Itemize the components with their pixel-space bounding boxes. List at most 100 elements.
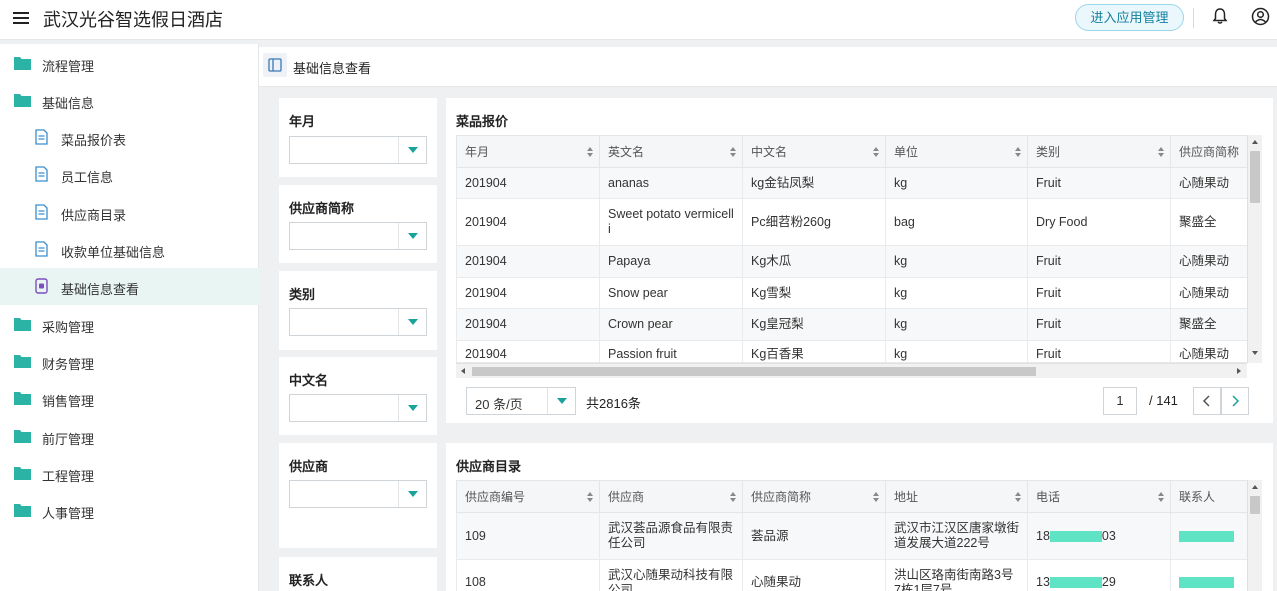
scroll-up-icon[interactable] [1252,485,1258,489]
sidebar-item-process[interactable]: 流程管理 [0,45,259,82]
scrollbar-thumb[interactable] [1250,496,1260,514]
page-number-input[interactable]: 1 [1103,387,1137,415]
next-page-button[interactable] [1221,387,1249,415]
year-month-select[interactable] [289,136,427,164]
sidebar-item-basic-info-view[interactable]: 基础信息查看 [0,268,259,305]
column-header[interactable]: 地址 [885,480,1028,513]
sidebar-item-label: 销售管理 [42,394,95,409]
table-row[interactable]: 201904 ananas kg金钻凤梨 kg Fruit 心随果动 [456,167,1248,199]
vertical-scrollbar[interactable] [1247,135,1262,363]
table-cell: ananas [599,167,743,199]
column-header[interactable]: 中文名 [742,135,886,168]
folder-icon [14,355,31,368]
sort-icon[interactable] [587,147,593,157]
dashboard-icon [35,278,48,294]
panel-title: 菜品报价 [456,114,509,129]
folder-icon [14,94,31,107]
sort-icon[interactable] [730,492,736,502]
sort-icon[interactable] [730,147,736,157]
supplier-select[interactable] [289,480,427,508]
redaction-mask [1049,577,1102,589]
sidebar-item-payee-info[interactable]: 收款单位基础信息 [0,231,259,268]
scrollbar-thumb[interactable] [1250,151,1260,203]
table-row[interactable]: 108 武汉心随果动科技有限公司 心随果动 洪山区珞南街南路3号7栋1层7号 1… [456,559,1248,591]
sidebar-item-supplier-directory[interactable]: 供应商目录 [0,194,259,231]
sort-icon[interactable] [873,147,879,157]
bell-icon[interactable] [1211,7,1229,25]
phone-cell: 13 29 [1027,559,1171,591]
sidebar-item-sales[interactable]: 销售管理 [0,380,259,417]
page-size-select[interactable]: 20 条/页 [466,387,576,415]
table-header-row: 年月 英文名 中文名 单位 类别 供应商简称 [456,135,1248,168]
chevron-down-icon[interactable] [547,388,575,414]
scroll-left-icon[interactable] [461,368,465,374]
sidebar-item-dish-price[interactable]: 菜品报价表 [0,119,259,156]
table-row[interactable]: 201904 Papaya Kg木瓜 kg Fruit 心随果动 [456,245,1248,278]
dish-price-panel: 菜品报价 年月 英文名 中文名 单位 类别 供应商简称 201904 anana… [446,98,1273,423]
scroll-up-icon[interactable] [1252,140,1258,144]
scrollbar-thumb[interactable] [472,367,1036,376]
sidebar-toggle-button[interactable] [263,53,287,77]
sort-icon[interactable] [1158,147,1164,157]
column-header[interactable]: 供应商 [599,480,743,513]
table-cell: 201904 [456,340,600,363]
chevron-right-icon [1232,395,1240,407]
column-header[interactable]: 供应商简称 [1170,135,1248,168]
enter-app-management-button[interactable]: 进入应用管理 [1075,4,1184,31]
table-cell: kg [885,277,1028,309]
column-header[interactable]: 单位 [885,135,1028,168]
column-header[interactable]: 供应商简称 [742,480,886,513]
table-cell: 109 [456,512,600,560]
chevron-down-icon[interactable] [398,137,426,163]
sidebar-item-purchase[interactable]: 采购管理 [0,306,259,343]
sidebar-item-label: 前厅管理 [42,432,95,447]
panel-icon [268,58,282,72]
chevron-down-icon[interactable] [398,309,426,335]
column-header[interactable]: 联系人 [1170,480,1248,513]
column-header[interactable]: 年月 [456,135,600,168]
table-row[interactable]: 201904 Sweet potato vermicelli Pc细苕粉260g… [456,198,1248,246]
redaction-mask [1049,530,1102,542]
scroll-down-icon[interactable] [1252,351,1258,355]
sort-icon[interactable] [1015,492,1021,502]
table-cell: 心随果动 [1170,167,1248,199]
column-header[interactable]: 电话 [1027,480,1171,513]
filter-label: 类别 [289,287,316,302]
sidebar-item-finance[interactable]: 财务管理 [0,343,259,380]
scroll-right-icon[interactable] [1237,368,1241,374]
chevron-down-icon[interactable] [398,395,426,421]
table-row[interactable]: 201904 Snow pear Kg雪梨 kg Fruit 心随果动 [456,277,1248,309]
vertical-scrollbar[interactable] [1247,480,1262,591]
chevron-down-icon[interactable] [398,481,426,507]
table-cell: kg金钻凤梨 [742,167,886,199]
table-row[interactable]: 201904 Passion fruit Kg百香果 kg Fruit 心随果动 [456,340,1248,363]
category-select[interactable] [289,308,427,336]
user-icon[interactable] [1251,7,1270,26]
sidebar-item-hr[interactable]: 人事管理 [0,492,259,529]
sidebar-item-label: 菜品报价表 [61,133,127,148]
menu-icon[interactable] [12,9,30,27]
table-row[interactable]: 109 武汉荟品源食品有限责任公司 荟品源 武汉市江汉区唐家墩街道发展大道222… [456,512,1248,560]
prev-page-button[interactable] [1193,387,1221,415]
table-row[interactable]: 201904 Crown pear Kg皇冠梨 kg Fruit 聚盛全 [456,308,1248,341]
sort-icon[interactable] [587,492,593,502]
column-header[interactable]: 供应商编号 [456,480,600,513]
table-cell: Snow pear [599,277,743,309]
phone-cell: 18 03 [1027,512,1171,560]
table-cell: 201904 [456,277,600,309]
column-header[interactable]: 类别 [1027,135,1171,168]
sidebar-item-engineering[interactable]: 工程管理 [0,455,259,492]
sidebar-item-staff[interactable]: 员工信息 [0,156,259,193]
supplier-short-name-select[interactable] [289,222,427,250]
sort-icon[interactable] [873,492,879,502]
horizontal-scrollbar[interactable] [456,363,1247,378]
column-header[interactable]: 英文名 [599,135,743,168]
sidebar-item-basic-info[interactable]: 基础信息 [0,82,259,119]
table-cell: 108 [456,559,600,591]
chinese-name-select[interactable] [289,394,427,422]
chevron-down-icon[interactable] [398,223,426,249]
sort-icon[interactable] [1015,147,1021,157]
sidebar-item-front-office[interactable]: 前厅管理 [0,418,259,455]
table-cell: Passion fruit [599,340,743,363]
sort-icon[interactable] [1158,492,1164,502]
